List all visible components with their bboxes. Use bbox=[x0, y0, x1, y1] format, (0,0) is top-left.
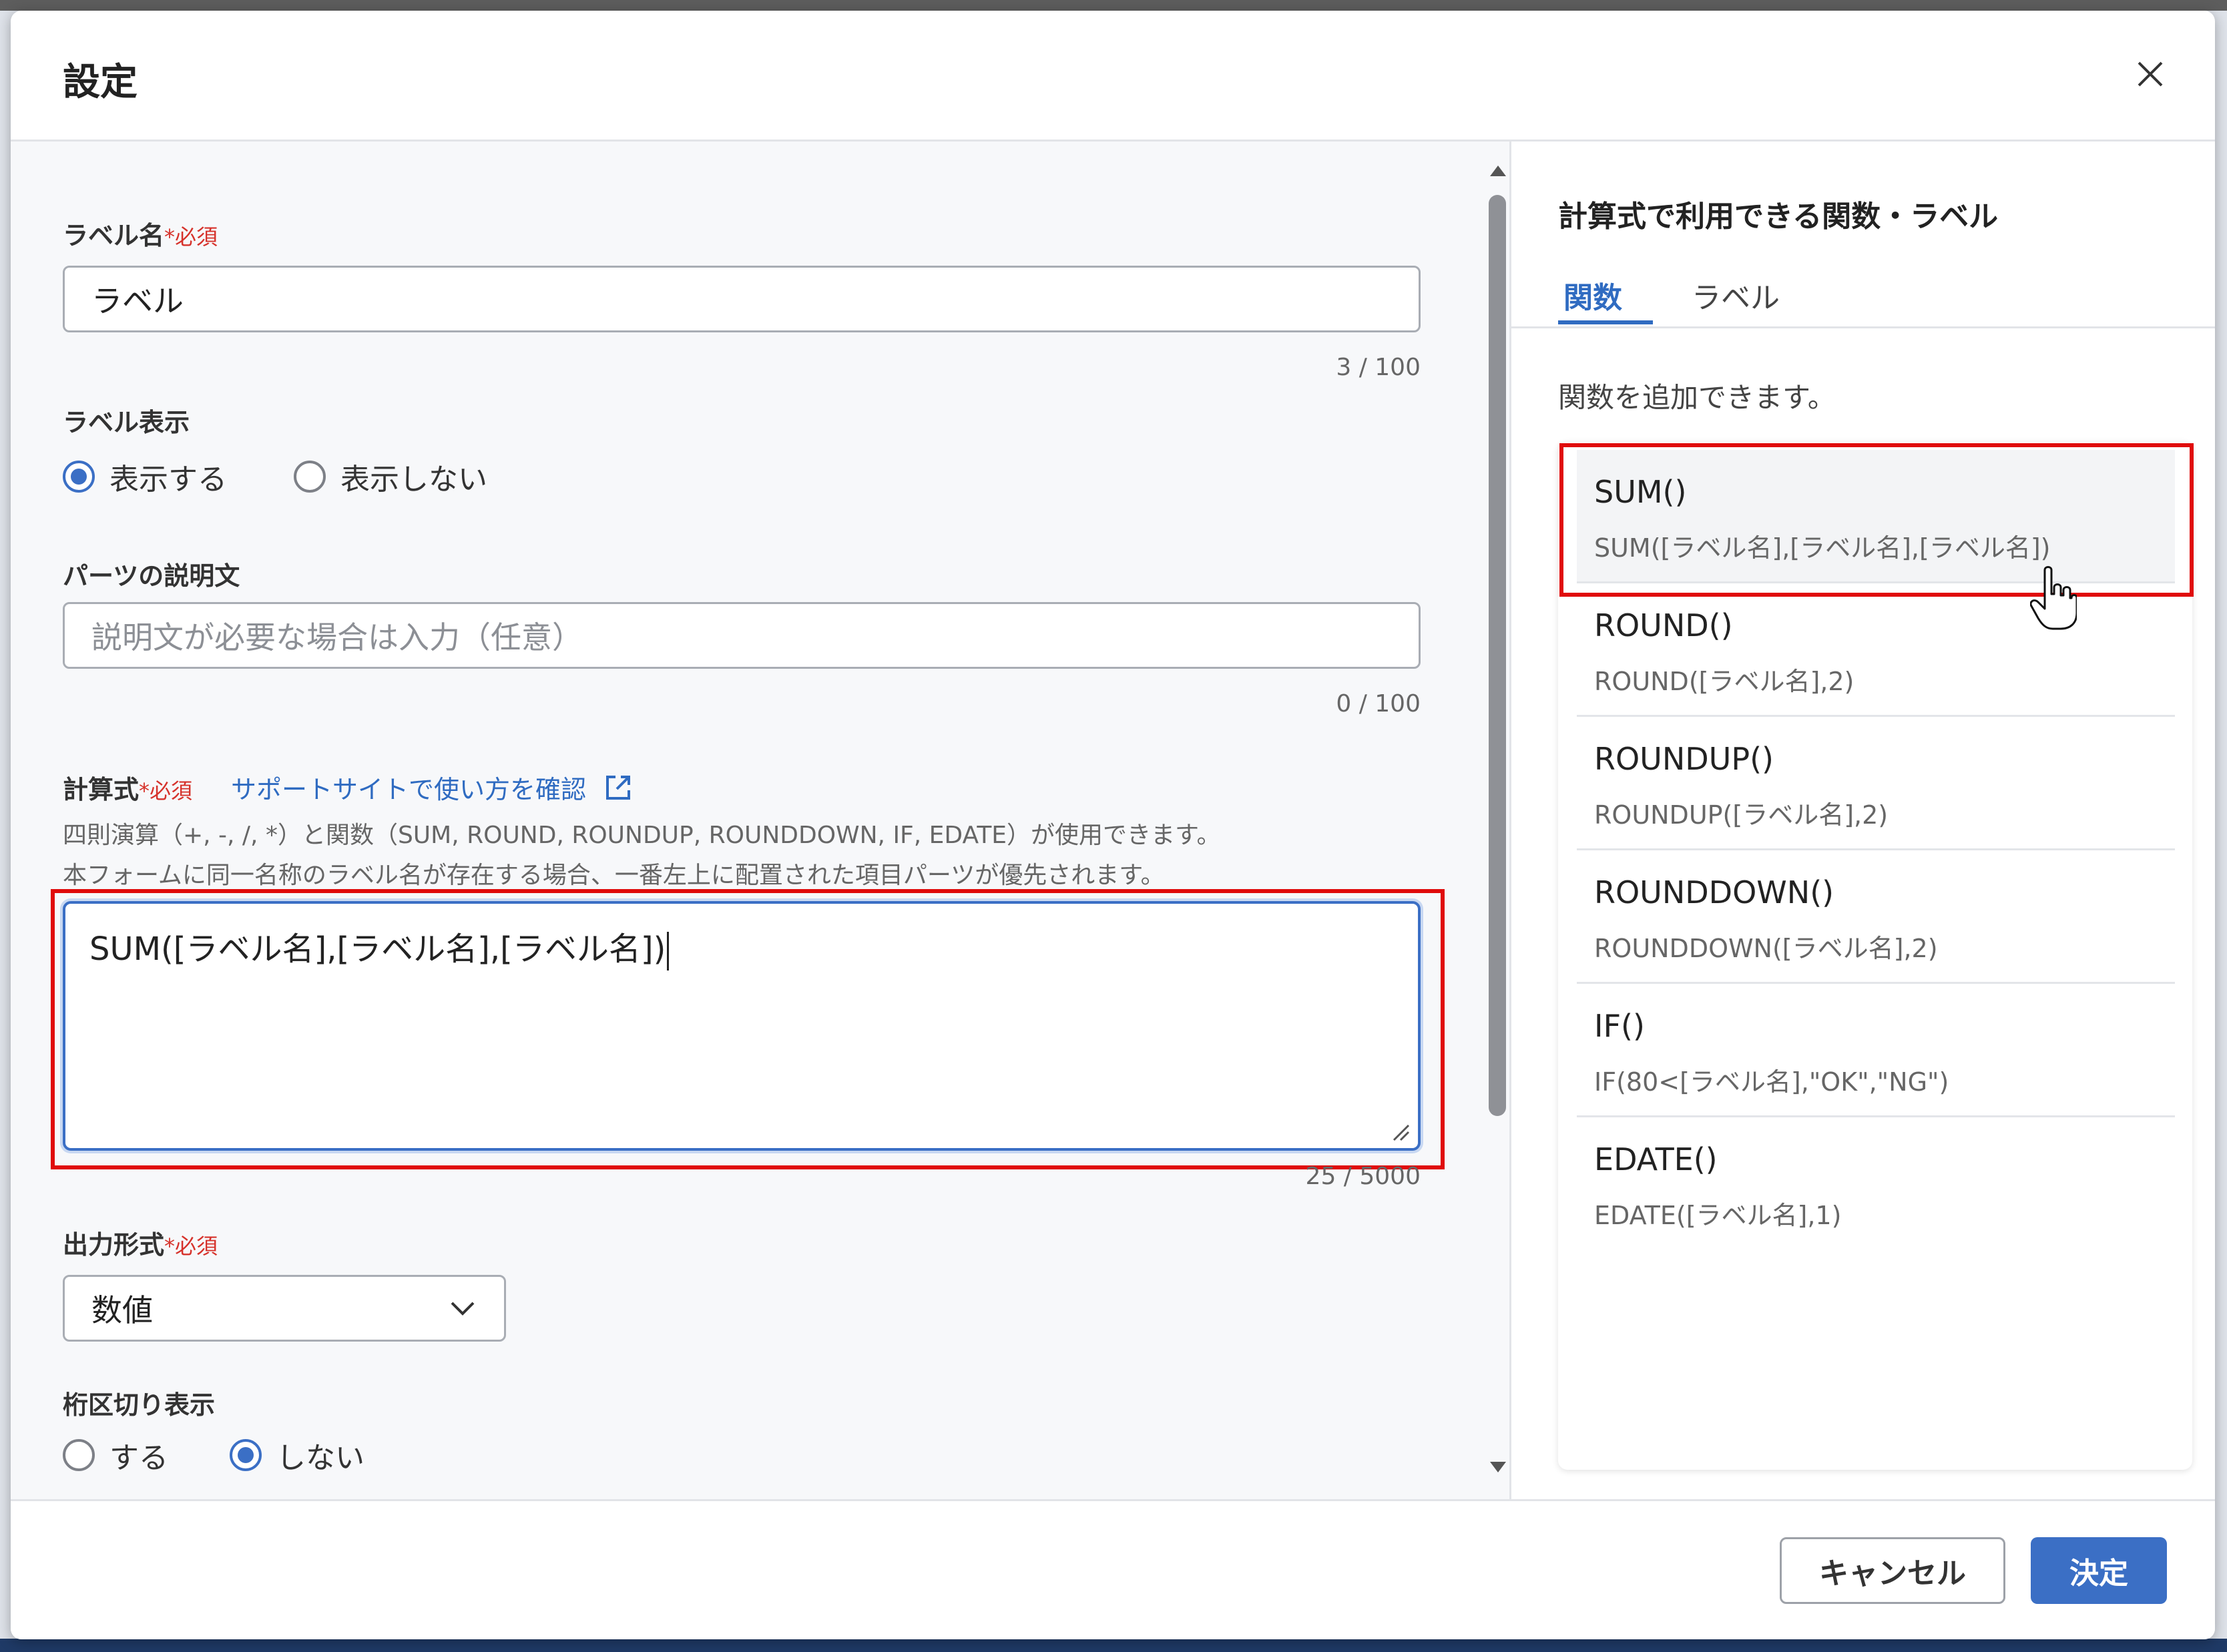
scroll-up-icon[interactable] bbox=[1490, 166, 1506, 176]
radio-show-button[interactable] bbox=[63, 461, 95, 493]
radio-separator-off[interactable]: しない bbox=[230, 1434, 364, 1476]
formula-value: SUM([ラベル名],[ラベル名],[ラベル名]) bbox=[89, 930, 666, 968]
background-top-bar bbox=[0, 0, 2227, 11]
function-panel: 計算式で利用できる関数・ラベル 関数 ラベル 関数を追加できます。 SUM() … bbox=[1511, 142, 2215, 1499]
function-panel-title: 計算式で利用できる関数・ラベル bbox=[1558, 200, 1999, 234]
function-item-sum[interactable]: SUM() SUM([ラベル名],[ラベル名],[ラベル名]) bbox=[1577, 450, 2175, 583]
digit-separator-label: 桁区切り表示 bbox=[63, 1390, 216, 1420]
function-item-round[interactable]: ROUND() ROUND([ラベル名],2) bbox=[1577, 583, 2175, 717]
label-name-text: ラベル名 bbox=[63, 221, 165, 250]
function-list: SUM() SUM([ラベル名],[ラベル名],[ラベル名]) ROUND() … bbox=[1558, 442, 2192, 1470]
function-name: IF() bbox=[1594, 1008, 1645, 1044]
function-name: ROUND() bbox=[1594, 607, 1733, 643]
scroll-down-icon[interactable] bbox=[1490, 1462, 1506, 1472]
function-name: ROUNDUP() bbox=[1594, 741, 1774, 777]
confirm-button[interactable]: 決定 bbox=[2031, 1537, 2167, 1604]
description-label: パーツの説明文 bbox=[63, 561, 240, 591]
form-panel: ラベル名*必須 ラベル 3 / 100 ラベル表示 表示する 表示しない パーツ… bbox=[11, 142, 1511, 1499]
required-mark: *必須 bbox=[139, 778, 193, 804]
function-example: ROUNDDOWN([ラベル名],2) bbox=[1594, 934, 1938, 963]
radio-hide-label: 表示しない bbox=[340, 463, 487, 497]
radio-separator-on-button[interactable] bbox=[63, 1439, 95, 1471]
description-placeholder: 説明文が必要な場合は入力（任意） bbox=[91, 619, 583, 655]
tab-functions[interactable]: 関数 bbox=[1563, 274, 1622, 316]
radio-hide-button[interactable] bbox=[294, 461, 326, 493]
function-example: SUM([ラベル名],[ラベル名],[ラベル名]) bbox=[1594, 533, 2051, 563]
close-button[interactable] bbox=[2127, 51, 2174, 97]
label-name-value: ラベル bbox=[91, 283, 184, 319]
close-icon bbox=[2138, 61, 2163, 87]
function-name: EDATE() bbox=[1594, 1141, 1718, 1177]
radio-show-label: 表示する bbox=[109, 463, 227, 497]
dialog-footer: キャンセル 決定 bbox=[11, 1499, 2215, 1639]
function-example: IF(80<[ラベル名],"OK","NG") bbox=[1594, 1067, 1949, 1097]
radio-separator-on-label: する bbox=[109, 1441, 168, 1475]
dialog-title: 設定 bbox=[63, 61, 138, 104]
formula-label-text: 計算式 bbox=[63, 775, 140, 804]
function-item-rounddown[interactable]: ROUNDDOWN() ROUNDDOWN([ラベル名],2) bbox=[1577, 850, 2175, 984]
function-panel-note: 関数を追加できます。 bbox=[1558, 381, 1836, 414]
support-site-link[interactable]: サポートサイトで使い方を確認 bbox=[231, 769, 634, 806]
formula-help-line2: 本フォームに同一名称のラベル名が存在する場合、一番左上に配置された項目パーツが優… bbox=[63, 862, 1165, 889]
required-mark: *必須 bbox=[164, 224, 218, 250]
function-item-if[interactable]: IF() IF(80<[ラベル名],"OK","NG") bbox=[1577, 984, 2175, 1117]
radio-hide[interactable]: 表示しない bbox=[294, 455, 487, 498]
external-link-icon bbox=[606, 776, 631, 800]
support-link-text: サポートサイトで使い方を確認 bbox=[231, 775, 587, 804]
form-scrollbar[interactable] bbox=[1486, 162, 1507, 1476]
label-name-label: ラベル名*必須 bbox=[63, 215, 218, 252]
resize-grip-icon[interactable] bbox=[1391, 1123, 1410, 1141]
label-name-counter: 3 / 100 bbox=[1336, 354, 1421, 381]
text-caret bbox=[667, 932, 670, 971]
function-panel-tabs: 関数 ラベル bbox=[1511, 262, 2215, 328]
function-name: SUM() bbox=[1594, 474, 1687, 510]
dialog-header: 設定 bbox=[11, 11, 2215, 142]
settings-dialog: 設定 ラベル名*必須 ラベル 3 / 100 ラベル表示 表示する 表示しない … bbox=[11, 11, 2215, 1639]
radio-separator-off-label: しない bbox=[276, 1441, 364, 1475]
formula-label: 計算式*必須 bbox=[63, 769, 192, 806]
formula-textarea[interactable]: SUM([ラベル名],[ラベル名],[ラベル名]) bbox=[63, 901, 1421, 1151]
function-item-edate[interactable]: EDATE() EDATE([ラベル名],1) bbox=[1577, 1117, 2175, 1251]
description-input[interactable]: 説明文が必要な場合は入力（任意） bbox=[63, 602, 1421, 669]
output-format-label-text: 出力形式 bbox=[63, 1230, 165, 1260]
output-format-select[interactable]: 数値 bbox=[63, 1275, 506, 1342]
required-mark: *必須 bbox=[164, 1233, 218, 1259]
cancel-button[interactable]: キャンセル bbox=[1780, 1537, 2005, 1604]
background-bottom-bar bbox=[0, 1639, 2227, 1652]
function-example: ROUND([ラベル名],2) bbox=[1594, 667, 1854, 696]
radio-show[interactable]: 表示する bbox=[63, 455, 227, 498]
description-counter: 0 / 100 bbox=[1336, 690, 1421, 718]
function-example: ROUNDUP([ラベル名],2) bbox=[1594, 800, 1889, 830]
active-tab-indicator bbox=[1558, 320, 1653, 324]
formula-counter: 25 / 5000 bbox=[1305, 1163, 1421, 1190]
hand-pointer-icon bbox=[2030, 566, 2077, 630]
output-format-value: 数値 bbox=[91, 1292, 153, 1328]
function-example: EDATE([ラベル名],1) bbox=[1594, 1201, 1842, 1230]
function-name: ROUNDDOWN() bbox=[1594, 874, 1834, 910]
label-name-input[interactable]: ラベル bbox=[63, 266, 1421, 332]
tab-labels[interactable]: ラベル bbox=[1692, 274, 1780, 316]
chevron-down-icon bbox=[451, 1302, 475, 1316]
output-format-label: 出力形式*必須 bbox=[63, 1224, 218, 1261]
scroll-thumb[interactable] bbox=[1489, 195, 1506, 1116]
function-item-roundup[interactable]: ROUNDUP() ROUNDUP([ラベル名],2) bbox=[1577, 717, 2175, 850]
label-display-label: ラベル表示 bbox=[63, 408, 190, 437]
formula-help-line1: 四則演算（+, -, /, *）と関数（SUM, ROUND, ROUNDUP,… bbox=[63, 822, 1221, 849]
radio-separator-off-button[interactable] bbox=[230, 1439, 262, 1471]
radio-separator-on[interactable]: する bbox=[63, 1434, 168, 1476]
